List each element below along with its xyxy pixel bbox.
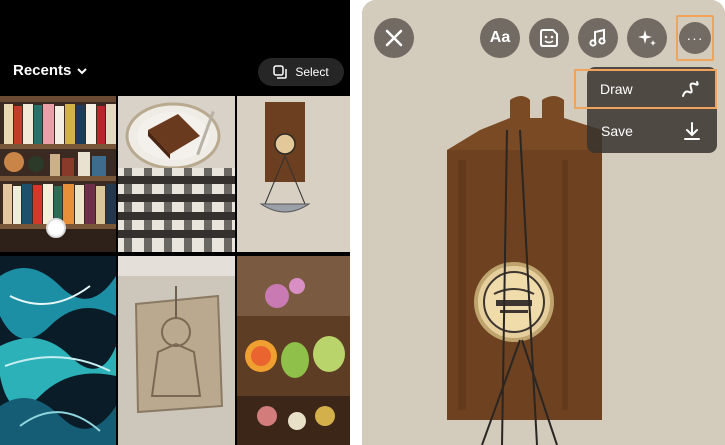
photo-tile-stone-carving[interactable] (118, 256, 235, 445)
draw-label: Draw (600, 81, 633, 97)
multi-select-icon (273, 65, 288, 79)
photo-tile-fruit[interactable] (237, 256, 350, 445)
more-options-menu: Draw Save (574, 67, 717, 153)
sticker-button[interactable] (529, 18, 569, 58)
photo-tile-wall-hanging[interactable] (237, 96, 350, 252)
gallery-panel: Recents Select (0, 0, 350, 445)
music-icon (589, 28, 606, 47)
chevron-down-icon (77, 67, 88, 74)
save-menu-item[interactable]: Save (587, 111, 717, 151)
sparkles-icon (638, 30, 656, 46)
photo-tile-bookshelf[interactable] (0, 96, 116, 252)
save-label: Save (601, 123, 633, 139)
download-icon (684, 122, 700, 140)
draw-menu-item[interactable]: Draw (574, 69, 717, 109)
squiggle-icon (682, 81, 699, 97)
story-editor-panel: Aa ··· Draw Save (362, 0, 725, 445)
album-dropdown[interactable]: Recents (13, 62, 88, 79)
more-options-icon: ··· (679, 22, 711, 54)
capture-indicator (46, 218, 66, 238)
close-icon (385, 29, 403, 47)
sticker-icon (540, 29, 558, 47)
close-button[interactable] (374, 18, 414, 58)
select-button[interactable]: Select (258, 58, 344, 86)
photo-tile-cake[interactable] (118, 96, 235, 252)
text-tool-button[interactable]: Aa (480, 18, 520, 58)
album-label: Recents (13, 62, 72, 79)
more-label: ··· (686, 30, 704, 46)
music-button[interactable] (578, 18, 618, 58)
photo-tile-marbled[interactable] (0, 256, 116, 445)
select-label: Select (295, 65, 329, 79)
text-tool-label: Aa (489, 29, 511, 46)
effects-button[interactable] (627, 18, 667, 58)
more-options-button[interactable]: ··· (676, 15, 714, 61)
